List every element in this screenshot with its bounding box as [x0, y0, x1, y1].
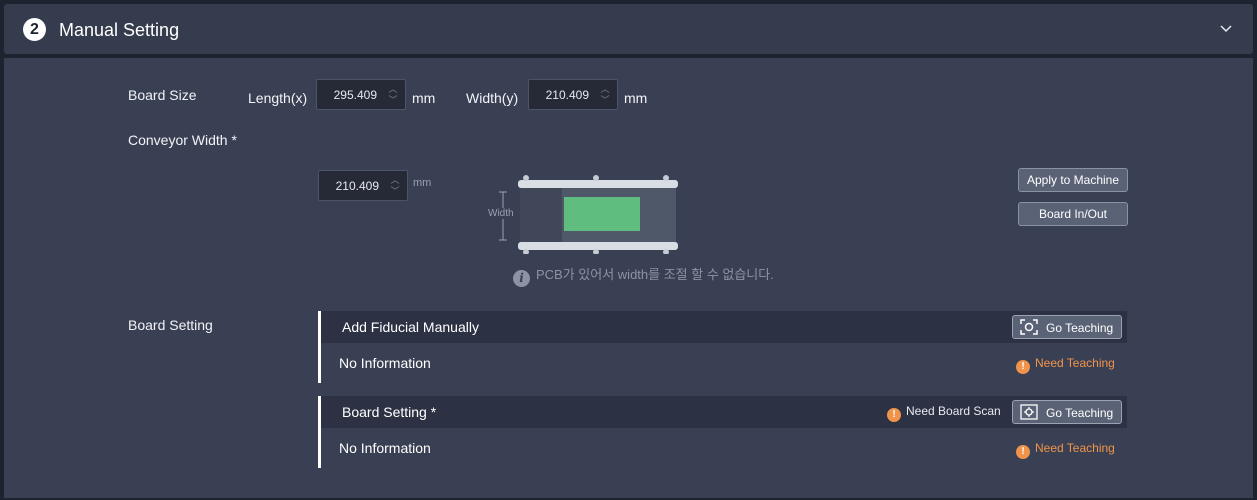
board-size-label: Board Size	[128, 87, 197, 103]
conveyor-width-label: Conveyor Width *	[128, 132, 237, 148]
conveyor-note: i PCB가 있어서 width를 조절 할 수 없습니다.	[513, 264, 774, 287]
increment-icon[interactable]: ︿	[389, 176, 401, 185]
fiducial-info: No Information	[339, 355, 431, 371]
board-setting-card: Board Setting * ! Need Board Scan Go Teac…	[318, 396, 1127, 468]
camera-focus-icon	[1020, 319, 1038, 335]
manual-setting-panel: Board Size Length(x) 295.409 ︿ ﹀ mm Widt…	[4, 58, 1253, 498]
length-input[interactable]: 295.409 ︿ ﹀	[316, 79, 406, 110]
fiducial-go-teaching-button[interactable]: Go Teaching	[1012, 315, 1122, 339]
fiducial-status: ! Need Teaching	[1016, 356, 1115, 374]
width-value: 210.409	[545, 88, 589, 102]
warning-icon: !	[887, 408, 901, 422]
section-title: Manual Setting	[59, 20, 180, 40]
board-setting-status: ! Need Teaching	[1016, 441, 1115, 459]
chevron-down-icon[interactable]	[1218, 21, 1234, 37]
fiducial-status-text: Need Teaching	[1035, 356, 1115, 370]
board-setting-title: Board Setting *	[342, 404, 437, 420]
length-unit: mm	[412, 90, 436, 106]
conveyor-width-input[interactable]: 210.409 ︿ ﹀	[318, 170, 408, 201]
go-teaching-label: Go Teaching	[1046, 406, 1114, 420]
conveyor-width-unit: mm	[413, 177, 432, 189]
board-scan-icon	[1020, 404, 1038, 420]
board-scan-status: ! Need Board Scan	[887, 404, 1001, 422]
card-header: Board Setting *	[321, 396, 1127, 428]
warning-icon: !	[1016, 445, 1030, 459]
card-header: Add Fiducial Manually	[321, 311, 1127, 343]
width-input[interactable]: 210.409 ︿ ﹀	[528, 79, 618, 110]
board-in-out-button[interactable]: Board In/Out	[1018, 202, 1128, 226]
section-header[interactable]: 2 Manual Setting	[4, 4, 1253, 54]
board-setting-info: No Information	[339, 440, 431, 456]
board-setting-label: Board Setting	[128, 317, 213, 333]
decrement-icon[interactable]: ﹀	[389, 187, 401, 196]
decrement-icon[interactable]: ﹀	[599, 96, 611, 105]
width-unit: mm	[624, 90, 648, 106]
decrement-icon[interactable]: ﹀	[387, 96, 399, 105]
conveyor-note-text: PCB가 있어서 width를 조절 할 수 없습니다.	[536, 267, 774, 282]
board-go-teaching-button[interactable]: Go Teaching	[1012, 400, 1122, 424]
conveyor-width-value: 210.409	[335, 179, 379, 193]
info-icon: i	[513, 270, 530, 287]
warning-icon: !	[1016, 360, 1030, 374]
increment-icon[interactable]: ︿	[387, 85, 399, 94]
length-value: 295.409	[333, 88, 377, 102]
board-scan-status-text: Need Board Scan	[906, 404, 1001, 418]
width-label: Width(y)	[466, 90, 519, 106]
fiducial-title: Add Fiducial Manually	[342, 319, 479, 335]
increment-icon[interactable]: ︿	[599, 85, 611, 94]
go-teaching-label: Go Teaching	[1046, 321, 1114, 335]
apply-to-machine-button[interactable]: Apply to Machine	[1018, 168, 1128, 192]
length-label: Length(x)	[248, 90, 308, 106]
fiducial-card: Add Fiducial Manually Go Teaching No Inf…	[318, 311, 1127, 383]
board-setting-status-text: Need Teaching	[1035, 441, 1115, 455]
step-badge: 2	[23, 18, 46, 41]
pcb-board	[564, 197, 640, 231]
diagram-width-label: Width	[487, 208, 515, 219]
